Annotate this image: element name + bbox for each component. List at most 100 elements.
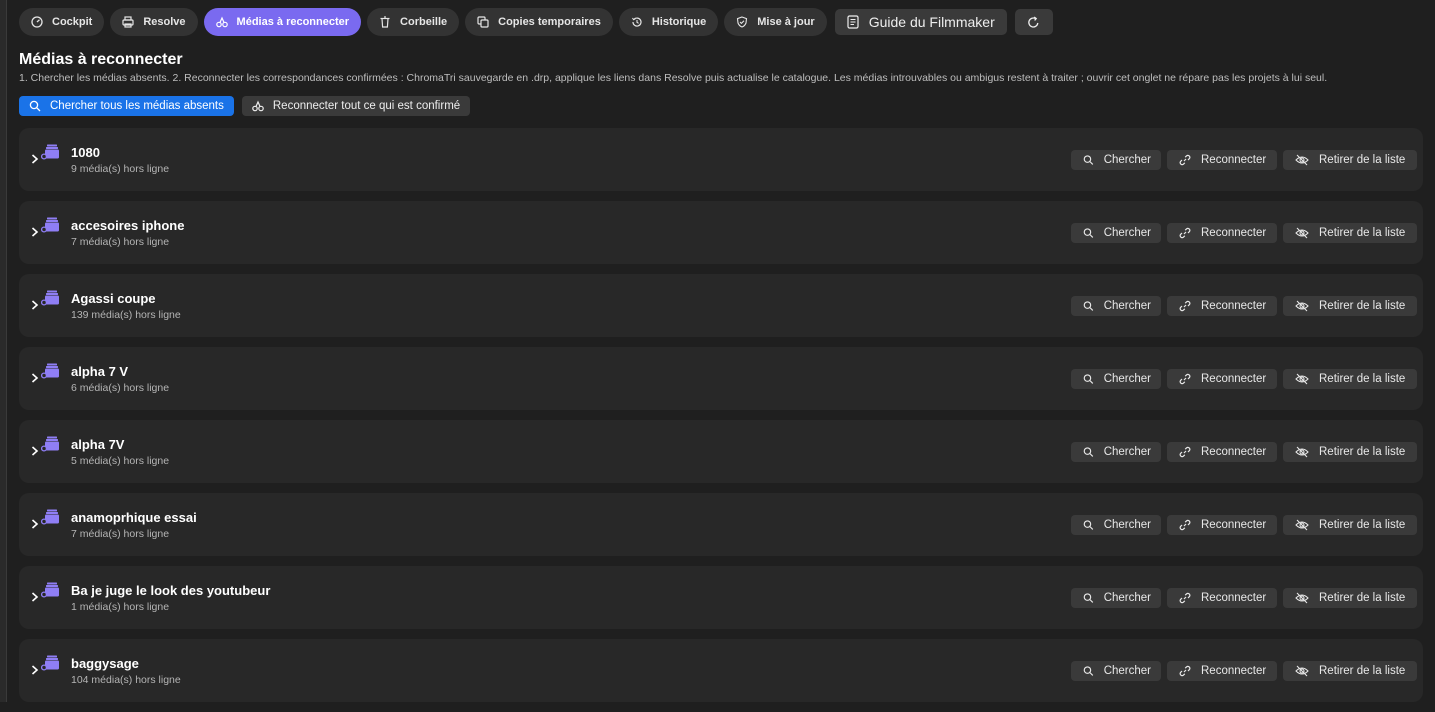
offline-count: 6 média(s) hors ligne — [71, 382, 170, 394]
remove-from-list-button[interactable]: Retirer de la liste — [1283, 661, 1417, 681]
media-folder-icon — [41, 509, 59, 525]
tab-historique[interactable]: Historique — [618, 8, 719, 36]
refresh-icon — [1028, 15, 1039, 28]
search-button[interactable]: Chercher — [1071, 296, 1161, 316]
reconnect-label: Reconnecter — [1201, 300, 1267, 312]
search-icon — [1083, 593, 1094, 603]
copy-icon — [477, 16, 489, 28]
search-button[interactable]: Chercher — [1071, 515, 1161, 535]
remove-from-list-button[interactable]: Retirer de la liste — [1283, 588, 1417, 608]
history-icon — [631, 17, 642, 27]
document-icon — [847, 15, 859, 29]
reconnect-button[interactable]: Reconnecter — [1167, 588, 1277, 608]
folder-name: accesoires iphone — [71, 218, 185, 233]
folder-name: Agassi coupe — [71, 291, 156, 306]
chevron-right-icon[interactable] — [31, 226, 39, 238]
remove-label: Retirer de la liste — [1319, 665, 1406, 677]
offline-count: 104 média(s) hors ligne — [71, 674, 181, 686]
tab-label: Copies temporaires — [498, 16, 601, 28]
guide-filmmaker-button[interactable]: Guide du Filmmaker — [834, 9, 1007, 35]
search-icon — [1083, 228, 1094, 238]
search-icon — [1083, 520, 1094, 530]
link-icon — [1179, 154, 1191, 166]
folder-row: baggysage 104 média(s) hors ligne Cherch… — [19, 639, 1423, 702]
tab-corbeille[interactable]: Corbeille — [367, 8, 460, 36]
tab-label: Historique — [651, 16, 707, 28]
search-button[interactable]: Chercher — [1071, 442, 1161, 462]
tab-label: Mise à jour — [757, 16, 815, 28]
folder-row: accesoires iphone 7 média(s) hors ligne … — [19, 201, 1423, 264]
offline-count: 7 média(s) hors ligne — [71, 236, 170, 248]
reconnect-button[interactable]: Reconnecter — [1167, 296, 1277, 316]
tab-mise-a-jour[interactable]: Mise à jour — [724, 8, 827, 36]
remove-label: Retirer de la liste — [1319, 446, 1406, 458]
search-button[interactable]: Chercher — [1071, 369, 1161, 389]
search-all-button[interactable]: Chercher tous les médias absents — [19, 96, 234, 116]
remove-label: Retirer de la liste — [1319, 227, 1406, 239]
folder-name: anamoprhique essai — [71, 510, 197, 525]
folder-row: anamoprhique essai 7 média(s) hors ligne… — [19, 493, 1423, 556]
chevron-right-icon[interactable] — [31, 299, 39, 311]
link-icon — [1179, 300, 1191, 312]
row-actions: Chercher Reconnecter Retirer de la liste — [1071, 296, 1423, 316]
search-button[interactable]: Chercher — [1071, 588, 1161, 608]
offline-count: 1 média(s) hors ligne — [71, 601, 170, 613]
link-icon — [1179, 519, 1191, 531]
media-folder-icon — [41, 363, 59, 379]
reconnect-button[interactable]: Reconnecter — [1167, 515, 1277, 535]
gauge-icon — [31, 16, 43, 28]
eye-slash-icon — [1295, 665, 1309, 677]
chevron-right-icon[interactable] — [31, 591, 39, 603]
search-icon — [1083, 301, 1094, 311]
tab-bar: Cockpit Resolve Médias à reconnecter Cor… — [19, 8, 1059, 36]
search-label: Chercher — [1103, 373, 1151, 385]
folder-row: 1080 9 média(s) hors ligne Chercher Reco… — [19, 128, 1423, 191]
reconnect-label: Reconnecter — [1201, 154, 1267, 166]
eye-slash-icon — [1295, 300, 1309, 312]
folder-row: alpha 7 V 6 média(s) hors ligne Chercher… — [19, 347, 1423, 410]
reconnect-button[interactable]: Reconnecter — [1167, 223, 1277, 243]
remove-from-list-button[interactable]: Retirer de la liste — [1283, 150, 1417, 170]
reconnect-button[interactable]: Reconnecter — [1167, 661, 1277, 681]
tab-copies-temporaires[interactable]: Copies temporaires — [465, 8, 613, 36]
reconnect-label: Reconnecter — [1201, 592, 1267, 604]
tab-label: Cockpit — [52, 16, 93, 28]
page-description: 1. Chercher les médias absents. 2. Recon… — [19, 72, 1328, 84]
tab-resolve[interactable]: Resolve — [110, 8, 198, 36]
offline-count: 139 média(s) hors ligne — [71, 309, 181, 321]
chevron-right-icon[interactable] — [31, 153, 39, 165]
remove-label: Retirer de la liste — [1319, 300, 1406, 312]
search-button[interactable]: Chercher — [1071, 150, 1161, 170]
offline-count: 9 média(s) hors ligne — [71, 163, 170, 175]
offline-count: 5 média(s) hors ligne — [71, 455, 170, 467]
tab-label: Resolve — [143, 16, 186, 28]
remove-from-list-button[interactable]: Retirer de la liste — [1283, 296, 1417, 316]
remove-from-list-button[interactable]: Retirer de la liste — [1283, 223, 1417, 243]
search-label: Chercher — [1103, 154, 1151, 166]
search-label: Chercher — [1103, 446, 1151, 458]
tab-medias-a-reconnecter[interactable]: Médias à reconnecter — [203, 8, 362, 36]
chevron-right-icon[interactable] — [31, 664, 39, 676]
chevron-right-icon[interactable] — [31, 518, 39, 530]
reconnect-button[interactable]: Reconnecter — [1167, 150, 1277, 170]
chevron-right-icon[interactable] — [31, 372, 39, 384]
eye-slash-icon — [1295, 373, 1309, 385]
main-panel: Cockpit Resolve Médias à reconnecter Cor… — [7, 0, 1435, 702]
search-button[interactable]: Chercher — [1071, 661, 1161, 681]
reconnect-button[interactable]: Reconnecter — [1167, 442, 1277, 462]
reconnect-button[interactable]: Reconnecter — [1167, 369, 1277, 389]
tab-label: Corbeille — [400, 16, 448, 28]
media-folder-icon — [41, 582, 59, 598]
tab-cockpit[interactable]: Cockpit — [19, 8, 105, 36]
search-label: Chercher — [1103, 227, 1151, 239]
remove-from-list-button[interactable]: Retirer de la liste — [1283, 369, 1417, 389]
search-button[interactable]: Chercher — [1071, 223, 1161, 243]
reconnect-all-button[interactable]: Reconnecter tout ce qui est confirmé — [241, 96, 471, 116]
media-folder-icon — [41, 217, 59, 233]
refresh-button[interactable] — [1014, 9, 1053, 35]
remove-from-list-button[interactable]: Retirer de la liste — [1283, 442, 1417, 462]
link-icon — [1179, 373, 1191, 385]
tab-label: Médias à reconnecter — [236, 16, 350, 28]
chevron-right-icon[interactable] — [31, 445, 39, 457]
remove-from-list-button[interactable]: Retirer de la liste — [1283, 515, 1417, 535]
